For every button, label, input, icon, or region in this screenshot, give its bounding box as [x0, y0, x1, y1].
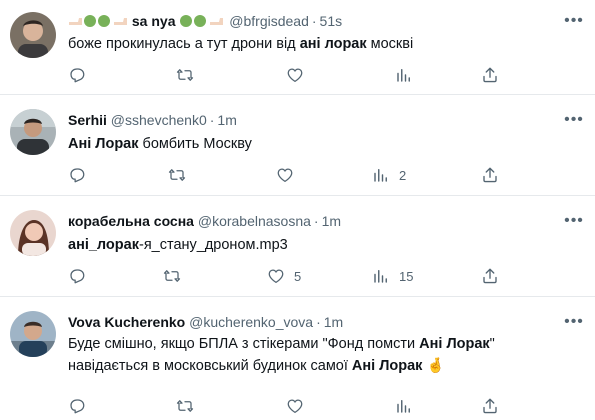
retweet-icon: [163, 267, 181, 285]
avatar[interactable]: [10, 12, 56, 58]
like-button[interactable]: 5: [267, 265, 301, 287]
separator: ·: [313, 213, 319, 229]
action-bar: 5 15: [68, 265, 508, 287]
share-icon: [481, 166, 499, 184]
tweet[interactable]: sa nya @bfrgisdead · 51s ••• боже прокинул…: [0, 0, 595, 95]
share-icon: [481, 397, 499, 415]
tweet-text: боже прокинулась а тут дрони від ані лор…: [68, 36, 414, 52]
avatar[interactable]: [10, 311, 56, 357]
views-button[interactable]: [395, 64, 422, 86]
name-emoji-decoration: [68, 14, 128, 32]
action-bar: [68, 64, 508, 86]
like-button[interactable]: [286, 64, 313, 86]
like-icon: [286, 66, 304, 84]
views-icon: [395, 397, 413, 415]
timestamp[interactable]: 51s: [320, 13, 343, 29]
crossed-fingers-emoji: 🤞: [426, 358, 445, 374]
tweet-text: Буде смішно, якщо БПЛА з стікерами "Фонд…: [68, 336, 495, 374]
tweet[interactable]: Serhii @sshevchenk0 · 1m ••• Ані Лорак бом…: [0, 95, 595, 196]
reply-icon: [68, 267, 86, 285]
share-button[interactable]: [481, 64, 499, 86]
separator: ·: [311, 13, 317, 29]
separator: ·: [209, 112, 215, 128]
reply-button[interactable]: [68, 395, 95, 417]
timestamp[interactable]: 1m: [324, 314, 343, 330]
tweet-text: Ані Лорак бомбить Москву: [68, 136, 252, 152]
display-name[interactable]: Serhii: [68, 112, 107, 128]
like-button[interactable]: [276, 164, 303, 186]
share-icon: [481, 267, 499, 285]
handle[interactable]: @kucherenko_vova: [189, 314, 313, 330]
action-bar: 2: [68, 164, 508, 186]
tweet[interactable]: корабельна сосна @korabelnasosna · 1m ••• …: [0, 196, 595, 297]
reply-icon: [68, 397, 86, 415]
more-horizontal-icon[interactable]: •••: [563, 13, 585, 29]
share-button[interactable]: [481, 395, 499, 417]
views-icon: [372, 166, 390, 184]
share-icon: [481, 66, 499, 84]
more-horizontal-icon[interactable]: •••: [563, 213, 585, 229]
reply-icon: [68, 66, 86, 84]
views-button[interactable]: 2: [372, 164, 406, 186]
handle[interactable]: @korabelnasosna: [198, 213, 311, 229]
views-button[interactable]: [395, 395, 422, 417]
retweet-icon: [176, 66, 194, 84]
avatar[interactable]: [10, 109, 56, 155]
more-horizontal-icon[interactable]: •••: [563, 314, 585, 330]
like-icon: [276, 166, 294, 184]
reply-button[interactable]: [68, 164, 95, 186]
timestamp[interactable]: 1m: [217, 112, 236, 128]
display-name[interactable]: корабельна сосна: [68, 213, 194, 229]
tweet[interactable]: Vova Kucherenko @kucherenko_vova · 1m ••• …: [0, 297, 595, 420]
views-button[interactable]: 15: [372, 265, 413, 287]
share-button[interactable]: [481, 265, 499, 287]
action-bar: [68, 395, 508, 417]
retweet-button[interactable]: [176, 395, 203, 417]
views-icon: [395, 66, 413, 84]
display-name[interactable]: sa nya: [132, 13, 176, 29]
like-icon: [286, 397, 304, 415]
reply-button[interactable]: [68, 64, 95, 86]
handle[interactable]: @bfrgisdead: [229, 13, 309, 29]
retweet-button[interactable]: [168, 164, 195, 186]
timestamp[interactable]: 1m: [322, 213, 341, 229]
name-emoji-decoration: [179, 14, 225, 32]
views-icon: [372, 267, 390, 285]
retweet-icon: [168, 166, 186, 184]
retweet-button[interactable]: [163, 265, 190, 287]
more-horizontal-icon[interactable]: •••: [563, 112, 585, 128]
share-button[interactable]: [481, 164, 499, 186]
like-button[interactable]: [286, 395, 313, 417]
separator: ·: [316, 314, 321, 330]
display-name[interactable]: Vova Kucherenko: [68, 314, 185, 330]
retweet-button[interactable]: [176, 64, 203, 86]
like-icon: [267, 267, 285, 285]
handle[interactable]: @sshevchenk0: [111, 112, 207, 128]
avatar[interactable]: [10, 210, 56, 256]
reply-button[interactable]: [68, 265, 95, 287]
tweet-text: ані_лорак-я_стану_дроном.mp3: [68, 237, 288, 253]
retweet-icon: [176, 397, 194, 415]
reply-icon: [68, 166, 86, 184]
